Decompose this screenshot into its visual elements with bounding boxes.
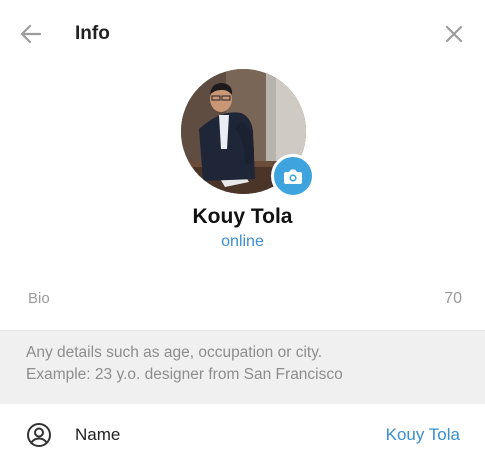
camera-icon [284, 169, 302, 184]
bio-hint-line-2: Example: 23 y.o. designer from San Franc… [26, 366, 343, 383]
back-button[interactable] [16, 19, 46, 49]
name-row[interactable]: Name Kouy Tola [0, 406, 485, 458]
bio-hint: Any details such as age, occupation or c… [0, 330, 485, 404]
name-value: Kouy Tola [385, 425, 460, 444]
name-label: Name [75, 425, 121, 444]
info-panel: Info Kouy Tola online Bio 70 Any details… [0, 0, 485, 458]
user-circle-icon [27, 423, 51, 447]
bio-hint-line-1: Any details such as age, occupation or c… [26, 344, 323, 361]
close-button[interactable] [439, 19, 469, 49]
arrow-left-icon [20, 24, 42, 44]
bio-char-counter: 70 [444, 290, 462, 307]
bio-placeholder: Bio [28, 290, 50, 307]
avatar-container [181, 69, 315, 198]
panel-title: Info [75, 23, 110, 44]
profile-name: Kouy Tola [192, 205, 293, 228]
close-icon [445, 25, 463, 43]
online-status: online [221, 233, 264, 250]
header: Info [0, 0, 485, 66]
bio-input-field[interactable]: Bio 70 [0, 280, 485, 330]
change-photo-button[interactable] [271, 154, 315, 198]
